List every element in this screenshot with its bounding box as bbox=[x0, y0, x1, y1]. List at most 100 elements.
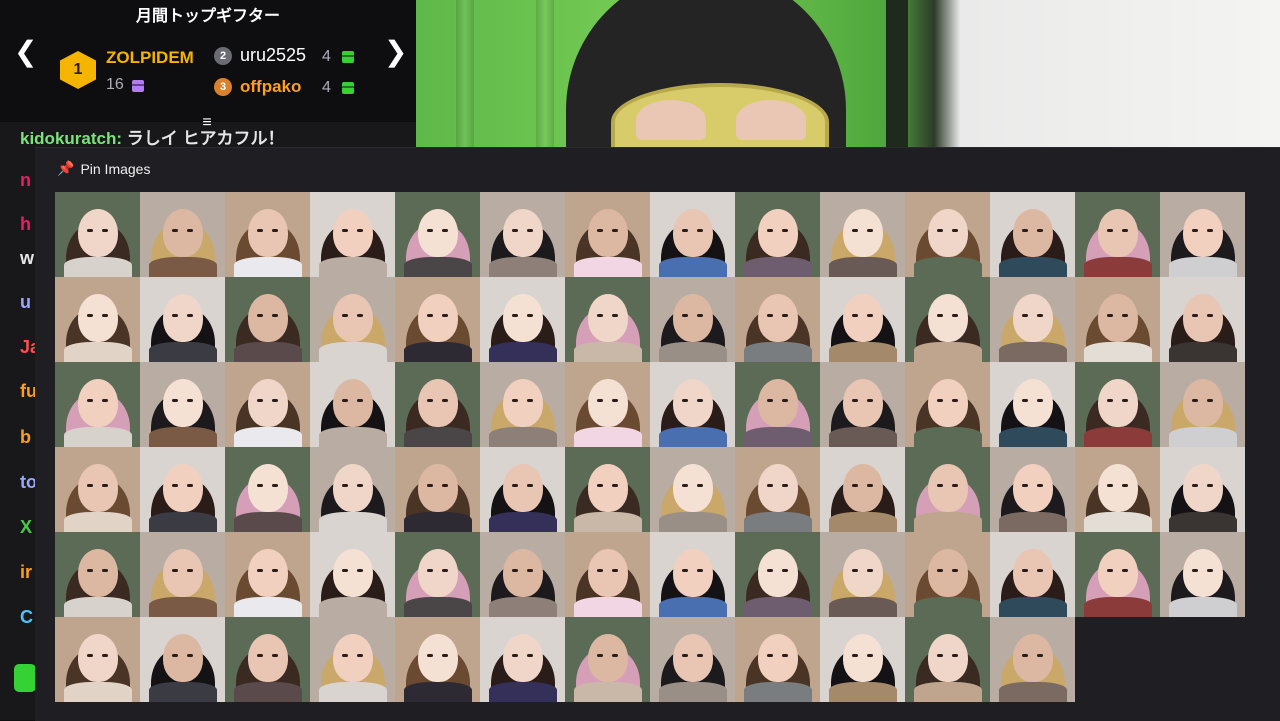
pinned-image[interactable] bbox=[735, 192, 820, 277]
gifter-2-name[interactable]: uru2525 bbox=[240, 45, 306, 66]
pinned-image[interactable] bbox=[905, 447, 990, 532]
pinned-image[interactable] bbox=[225, 447, 310, 532]
pinned-image[interactable] bbox=[140, 532, 225, 617]
pinned-image[interactable] bbox=[140, 277, 225, 362]
pinned-image[interactable] bbox=[650, 617, 735, 702]
pinned-image[interactable] bbox=[1075, 192, 1160, 277]
image-clothing-shape bbox=[658, 426, 727, 447]
pinned-image[interactable] bbox=[225, 362, 310, 447]
pinned-image[interactable] bbox=[1075, 447, 1160, 532]
pinned-image[interactable] bbox=[310, 447, 395, 532]
pinned-image[interactable] bbox=[310, 362, 395, 447]
pinned-image[interactable] bbox=[565, 532, 650, 617]
pinned-image[interactable] bbox=[820, 617, 905, 702]
pinned-image[interactable] bbox=[480, 532, 565, 617]
pinned-image[interactable] bbox=[565, 447, 650, 532]
pinned-image[interactable] bbox=[905, 617, 990, 702]
chat-message-text: ラしイ ヒアカフル！ bbox=[122, 129, 285, 148]
pinned-image[interactable] bbox=[905, 192, 990, 277]
pinned-image[interactable] bbox=[820, 277, 905, 362]
next-arrow-icon[interactable]: ❯ bbox=[384, 38, 407, 66]
pinned-image[interactable] bbox=[225, 617, 310, 702]
pinned-image[interactable] bbox=[1075, 362, 1160, 447]
pinned-image[interactable] bbox=[650, 532, 735, 617]
image-eye-shape bbox=[611, 314, 618, 318]
pinned-image[interactable] bbox=[990, 532, 1075, 617]
pinned-image[interactable] bbox=[480, 362, 565, 447]
image-eye-shape bbox=[186, 569, 193, 573]
image-face-shape bbox=[417, 208, 458, 257]
pinned-image[interactable] bbox=[395, 362, 480, 447]
prev-arrow-icon[interactable]: ❮ bbox=[14, 38, 37, 66]
gifter-3-name[interactable]: offpako bbox=[240, 77, 301, 97]
pinned-image[interactable] bbox=[55, 192, 140, 277]
pinned-image[interactable] bbox=[735, 532, 820, 617]
gifter-1-name[interactable]: ZOLPIDEM bbox=[106, 48, 194, 68]
pinned-image[interactable] bbox=[395, 447, 480, 532]
pinned-image[interactable] bbox=[735, 362, 820, 447]
pinned-image[interactable] bbox=[1160, 277, 1245, 362]
pinned-image[interactable] bbox=[1075, 532, 1160, 617]
pinned-image[interactable] bbox=[140, 447, 225, 532]
pinned-image[interactable] bbox=[310, 617, 395, 702]
image-eye-shape bbox=[441, 314, 448, 318]
pinned-image[interactable] bbox=[55, 532, 140, 617]
pinned-image[interactable] bbox=[395, 532, 480, 617]
image-eye-shape bbox=[1121, 314, 1128, 318]
pinned-image[interactable] bbox=[565, 192, 650, 277]
pinned-image[interactable] bbox=[1160, 447, 1245, 532]
pinned-image[interactable] bbox=[395, 277, 480, 362]
pinned-image[interactable] bbox=[55, 277, 140, 362]
pinned-image[interactable] bbox=[310, 277, 395, 362]
pinned-image[interactable] bbox=[480, 192, 565, 277]
pinned-image[interactable] bbox=[55, 362, 140, 447]
pinned-image[interactable] bbox=[650, 277, 735, 362]
pinned-image[interactable] bbox=[650, 192, 735, 277]
image-clothing-shape bbox=[573, 596, 642, 617]
pinned-image[interactable] bbox=[55, 447, 140, 532]
pinned-image[interactable] bbox=[310, 192, 395, 277]
pinned-image[interactable] bbox=[140, 362, 225, 447]
pinned-image[interactable] bbox=[735, 617, 820, 702]
pinned-image[interactable] bbox=[565, 362, 650, 447]
pinned-image[interactable] bbox=[650, 362, 735, 447]
pinned-image[interactable] bbox=[820, 532, 905, 617]
emote-icon[interactable] bbox=[14, 664, 36, 692]
pinned-image[interactable] bbox=[905, 532, 990, 617]
pinned-image[interactable] bbox=[480, 447, 565, 532]
pinned-image[interactable] bbox=[1160, 362, 1245, 447]
pinned-image[interactable] bbox=[140, 617, 225, 702]
pinned-image[interactable] bbox=[395, 617, 480, 702]
pinned-image[interactable] bbox=[990, 277, 1075, 362]
pinned-image[interactable] bbox=[820, 192, 905, 277]
image-face-shape bbox=[502, 633, 543, 682]
pinned-image[interactable] bbox=[820, 362, 905, 447]
pinned-image[interactable] bbox=[905, 362, 990, 447]
pinned-image[interactable] bbox=[990, 362, 1075, 447]
pinned-image[interactable] bbox=[820, 447, 905, 532]
chat-username[interactable]: kidokuratch: bbox=[20, 129, 122, 148]
pinned-image[interactable] bbox=[1160, 192, 1245, 277]
pinned-image[interactable] bbox=[905, 277, 990, 362]
pinned-image[interactable] bbox=[650, 447, 735, 532]
pinned-image[interactable] bbox=[225, 532, 310, 617]
pinned-image[interactable] bbox=[735, 447, 820, 532]
pinned-image[interactable] bbox=[990, 192, 1075, 277]
pinned-image[interactable] bbox=[565, 617, 650, 702]
pinned-image[interactable] bbox=[990, 617, 1075, 702]
pinned-image[interactable] bbox=[395, 192, 480, 277]
pinned-image[interactable] bbox=[990, 447, 1075, 532]
pinned-image[interactable] bbox=[1075, 277, 1160, 362]
pinned-image[interactable] bbox=[140, 192, 225, 277]
pinned-image[interactable] bbox=[55, 617, 140, 702]
pinned-image[interactable] bbox=[480, 617, 565, 702]
pinned-image[interactable] bbox=[565, 277, 650, 362]
pinned-image[interactable] bbox=[310, 532, 395, 617]
pinned-image[interactable] bbox=[735, 277, 820, 362]
pinned-image[interactable] bbox=[225, 192, 310, 277]
pinned-image[interactable] bbox=[1160, 532, 1245, 617]
image-clothing-shape bbox=[913, 426, 982, 447]
pinned-image[interactable] bbox=[225, 277, 310, 362]
image-eye-shape bbox=[866, 399, 873, 403]
pinned-image[interactable] bbox=[480, 277, 565, 362]
